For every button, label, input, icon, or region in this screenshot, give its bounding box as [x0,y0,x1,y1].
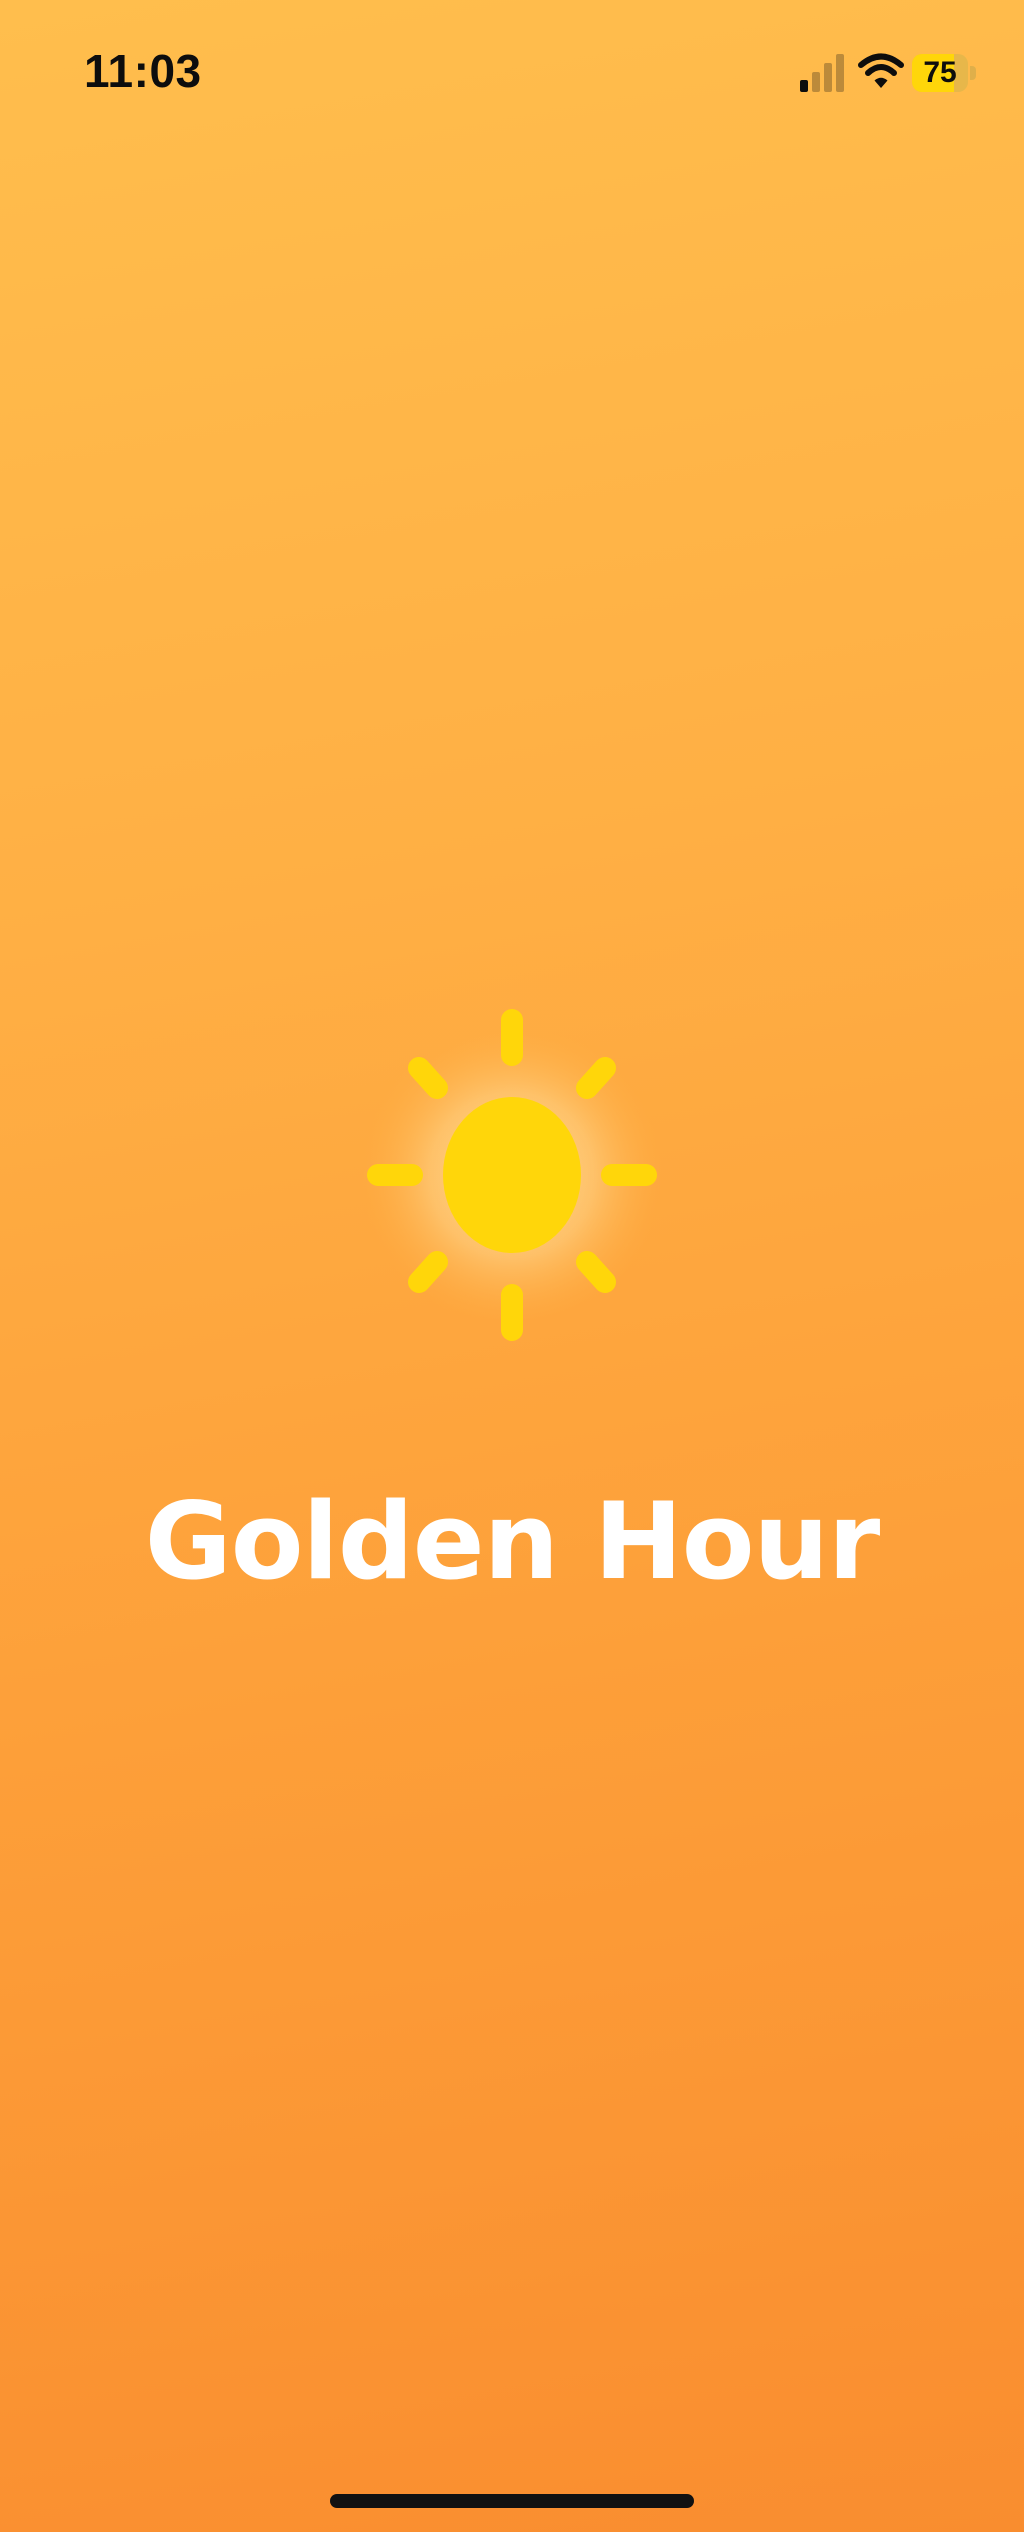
sun-icon [352,1000,672,1350]
home-indicator[interactable] [330,2494,694,2508]
status-bar: 11:03 75 [0,0,1024,150]
battery-cap [970,66,976,80]
battery-level: 75 [923,56,957,89]
battery-icon: 75 [912,54,978,92]
signal-icon [800,52,846,92]
wifi-icon [858,52,904,92]
status-time: 11:03 [84,45,202,97]
splash-screen: 11:03 75 Golden Hour [0,0,1024,2532]
app-title: Golden Hour [144,1480,881,1603]
